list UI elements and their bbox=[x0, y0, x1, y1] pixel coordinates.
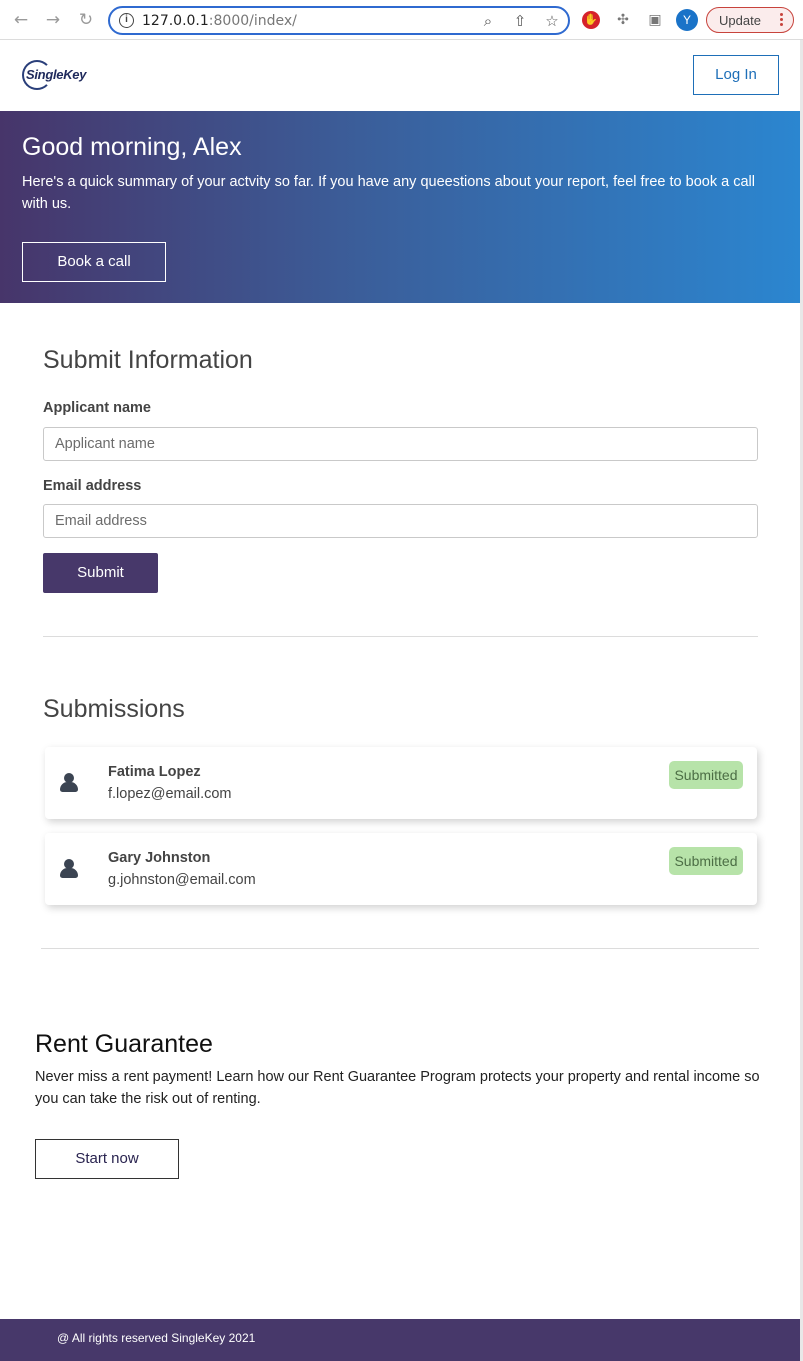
submission-name: Fatima Lopez bbox=[108, 764, 201, 780]
form-divider bbox=[43, 636, 758, 637]
submission-name: Gary Johnston bbox=[108, 850, 211, 866]
extensions-puzzle-icon[interactable]: ✣ bbox=[612, 9, 634, 31]
applicant-name-label: Applicant name bbox=[43, 400, 151, 416]
back-arrow-icon[interactable]: ← bbox=[10, 9, 32, 31]
browser-toolbar: ← → ↻ i 127.0.0.1:8000/index/ ⌕ ⇧ ☆ ✋ ✣ … bbox=[0, 0, 803, 40]
hero-summary-text: Here's a quick summary of your actvity s… bbox=[22, 174, 755, 212]
book-call-button[interactable]: Book a call bbox=[22, 242, 166, 282]
rent-guarantee-title: Rent Guarantee bbox=[35, 1030, 213, 1058]
site-footer: @ All rights reserved SingleKey 2021 bbox=[0, 1319, 800, 1361]
submit-button[interactable]: Submit bbox=[43, 553, 158, 593]
site-info-icon[interactable]: i bbox=[119, 13, 134, 28]
user-avatar-icon bbox=[57, 857, 81, 881]
applicant-name-input[interactable] bbox=[43, 427, 758, 461]
submission-email: g.johnston@email.com bbox=[108, 872, 256, 888]
submission-card[interactable]: Gary Johnston g.johnston@email.com Submi… bbox=[45, 833, 757, 905]
bookmark-star-icon[interactable]: ☆ bbox=[542, 11, 562, 31]
share-icon[interactable]: ⇧ bbox=[510, 11, 530, 31]
submission-email: f.lopez@email.com bbox=[108, 786, 232, 802]
singlekey-logo[interactable]: SingleKey bbox=[22, 60, 90, 90]
login-button[interactable]: Log In bbox=[693, 55, 779, 95]
submit-info-title: Submit Information bbox=[43, 346, 253, 374]
forward-arrow-icon[interactable]: → bbox=[42, 9, 64, 31]
address-url[interactable]: 127.0.0.1:8000/index/ bbox=[142, 13, 297, 29]
reload-icon[interactable]: ↻ bbox=[75, 9, 97, 31]
greeting-title: Good morning, Alex bbox=[22, 133, 242, 161]
menu-dots-icon bbox=[780, 11, 784, 28]
user-avatar-icon bbox=[57, 771, 81, 795]
submissions-divider bbox=[41, 948, 759, 949]
update-label: Update bbox=[719, 13, 761, 28]
footer-copyright: @ All rights reserved SingleKey 2021 bbox=[57, 1331, 256, 1345]
site-header: SingleKey bbox=[0, 40, 800, 111]
email-address-input[interactable] bbox=[43, 504, 758, 538]
url-host: 127.0.0.1 bbox=[142, 13, 209, 29]
profile-avatar[interactable]: Y bbox=[676, 9, 698, 31]
submission-card[interactable]: Fatima Lopez f.lopez@email.com Submitted bbox=[45, 747, 757, 819]
start-now-button[interactable]: Start now bbox=[35, 1139, 179, 1179]
url-path: :8000/index/ bbox=[208, 13, 297, 29]
zoom-icon[interactable]: ⌕ bbox=[478, 11, 498, 31]
adblock-extension-icon[interactable]: ✋ bbox=[582, 11, 600, 29]
logo-text: SingleKey bbox=[26, 67, 87, 82]
status-badge: Submitted bbox=[669, 847, 743, 875]
update-button[interactable]: Update bbox=[706, 7, 794, 33]
hero-banner: Good morning, Alex Here's a quick summar… bbox=[0, 111, 800, 303]
status-badge: Submitted bbox=[669, 761, 743, 789]
email-address-label: Email address bbox=[43, 478, 142, 494]
side-panel-icon[interactable]: ▣ bbox=[644, 9, 666, 31]
rent-guarantee-text: Never miss a rent payment! Learn how our… bbox=[35, 1069, 760, 1107]
submissions-title: Submissions bbox=[43, 695, 185, 723]
address-bar[interactable]: i 127.0.0.1:8000/index/ ⌕ ⇧ ☆ bbox=[108, 6, 570, 35]
